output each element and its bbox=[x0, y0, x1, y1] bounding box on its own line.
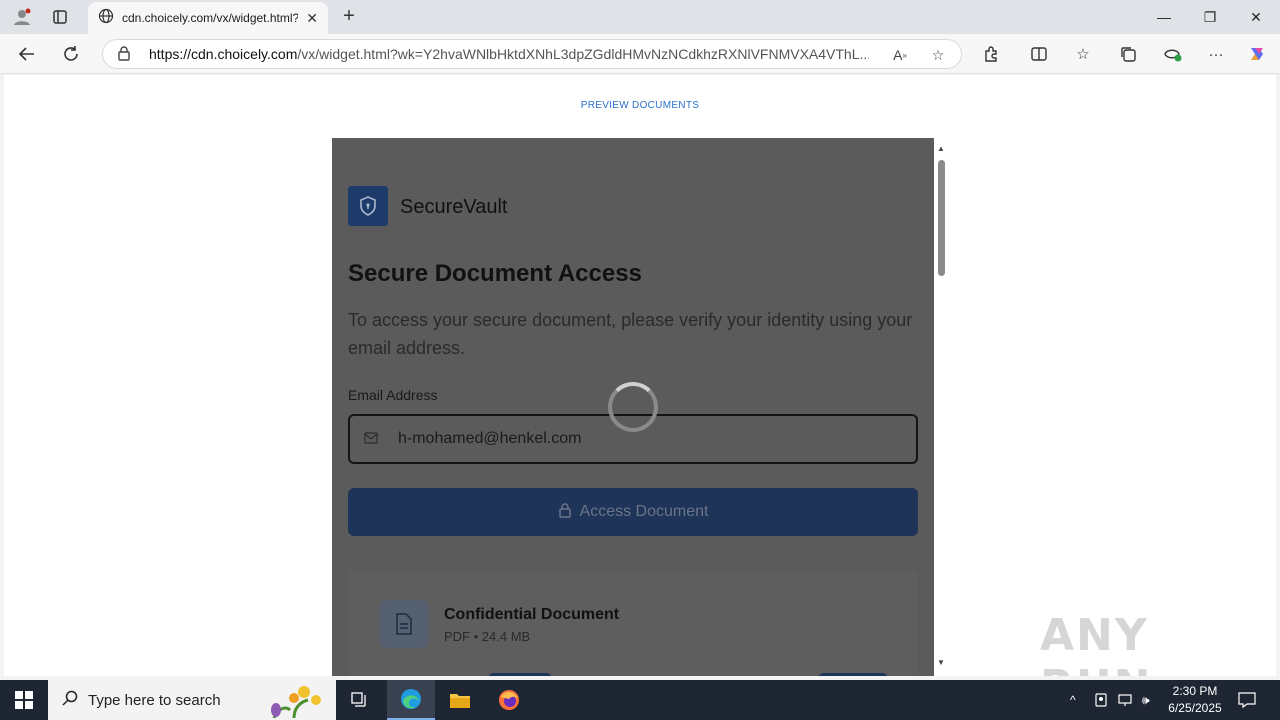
notifications-icon[interactable] bbox=[1238, 680, 1258, 720]
watermark-logo: ANY RUN bbox=[1040, 610, 1150, 676]
window-close-icon[interactable]: ✕ bbox=[1233, 0, 1279, 34]
page-title: Secure Document Access bbox=[348, 260, 642, 287]
loading-spinner-icon bbox=[608, 382, 658, 432]
copilot-icon[interactable] bbox=[1244, 42, 1270, 66]
network-icon[interactable] bbox=[1118, 680, 1134, 720]
meet-now-icon[interactable] bbox=[1094, 680, 1110, 720]
document-card: Confidential Document PDF • 24.4 MB bbox=[348, 570, 918, 676]
address-bar[interactable]: https://cdn.choicely.com/vx/widget.html?… bbox=[102, 39, 962, 69]
brand-name: SecureVault bbox=[400, 196, 508, 218]
profile-icon[interactable] bbox=[10, 6, 34, 28]
windows-start-icon[interactable] bbox=[0, 680, 48, 720]
access-document-label: Access Document bbox=[579, 503, 709, 520]
volume-icon[interactable]: 🕪 bbox=[1142, 680, 1158, 720]
split-screen-icon[interactable] bbox=[1026, 42, 1052, 66]
show-hidden-icons-icon[interactable]: ^ bbox=[1070, 680, 1086, 720]
favorites-icon[interactable]: ☆ bbox=[1070, 42, 1096, 66]
scroll-up-icon[interactable]: ▲ bbox=[936, 144, 946, 154]
task-view-icon[interactable] bbox=[336, 680, 384, 720]
document-action-button[interactable] bbox=[488, 673, 552, 676]
back-icon[interactable] bbox=[14, 42, 40, 66]
lock-icon bbox=[558, 502, 572, 523]
scrollbar-thumb[interactable] bbox=[938, 160, 945, 276]
edge-taskbar-icon[interactable] bbox=[387, 680, 435, 720]
search-highlight-flowers-icon bbox=[264, 684, 328, 720]
access-document-button[interactable]: Access Document bbox=[348, 488, 918, 536]
new-tab-icon[interactable]: + bbox=[338, 6, 360, 28]
email-label: Email Address bbox=[348, 387, 438, 403]
site-info-icon[interactable] bbox=[117, 45, 133, 64]
taskbar-search[interactable]: Type here to search bbox=[48, 680, 336, 720]
firefox-icon[interactable] bbox=[485, 680, 533, 720]
more-menu-icon[interactable]: ··· bbox=[1203, 42, 1229, 66]
page-description: To access your secure document, please v… bbox=[348, 310, 913, 358]
scrollbar[interactable]: ▲ ▼ bbox=[934, 138, 948, 676]
taskbar: Type here to search ^ 🕪 2:30 PM 6/25/202… bbox=[0, 680, 1280, 720]
page-viewport: PREVIEW DOCUMENTS SecureVault Secure Doc… bbox=[4, 75, 1276, 676]
document-download-button[interactable] bbox=[818, 673, 888, 676]
file-explorer-icon[interactable] bbox=[436, 680, 484, 720]
shield-logo-icon bbox=[348, 186, 388, 226]
scroll-down-icon[interactable]: ▼ bbox=[936, 658, 946, 668]
document-icon bbox=[380, 600, 428, 648]
tab-actions-icon[interactable] bbox=[48, 6, 72, 28]
preview-documents-link[interactable]: PREVIEW DOCUMENTS bbox=[4, 100, 1276, 111]
extensions-icon[interactable] bbox=[978, 42, 1004, 66]
url-text[interactable]: https://cdn.choicely.com/vx/widget.html?… bbox=[149, 46, 869, 62]
document-meta: PDF • 24.4 MB bbox=[444, 629, 531, 644]
browser-tab[interactable]: cdn.choicely.com/vx/widget.html? ✕ bbox=[88, 2, 328, 34]
minimize-icon[interactable]: — bbox=[1141, 0, 1187, 34]
search-icon bbox=[62, 690, 78, 711]
collections-icon[interactable] bbox=[1115, 42, 1141, 66]
refresh-icon[interactable] bbox=[58, 42, 84, 66]
document-name: Confidential Document bbox=[444, 606, 620, 623]
browser-essentials-icon[interactable] bbox=[1160, 42, 1186, 66]
close-tab-icon[interactable]: ✕ bbox=[306, 10, 318, 27]
email-field[interactable] bbox=[398, 430, 878, 448]
taskbar-clock[interactable]: 2:30 PM 6/25/2025 bbox=[1160, 683, 1230, 717]
securevault-widget: SecureVault Secure Document Access To ac… bbox=[332, 138, 934, 676]
clock-time: 2:30 PM bbox=[1172, 684, 1218, 698]
globe-icon bbox=[98, 8, 114, 29]
browser-navbar: https://cdn.choicely.com/vx/widget.html?… bbox=[0, 34, 1280, 74]
favorite-star-icon[interactable]: ☆ bbox=[927, 44, 949, 66]
tab-title: cdn.choicely.com/vx/widget.html? bbox=[122, 11, 299, 25]
clock-date: 6/25/2025 bbox=[1168, 701, 1222, 715]
restore-icon[interactable]: ❐ bbox=[1187, 0, 1233, 34]
browser-titlebar: cdn.choicely.com/vx/widget.html? ✕ + — ❐… bbox=[0, 0, 1280, 34]
mail-icon bbox=[364, 431, 382, 447]
read-aloud-icon[interactable]: A» bbox=[889, 44, 911, 66]
search-placeholder: Type here to search bbox=[88, 691, 221, 709]
